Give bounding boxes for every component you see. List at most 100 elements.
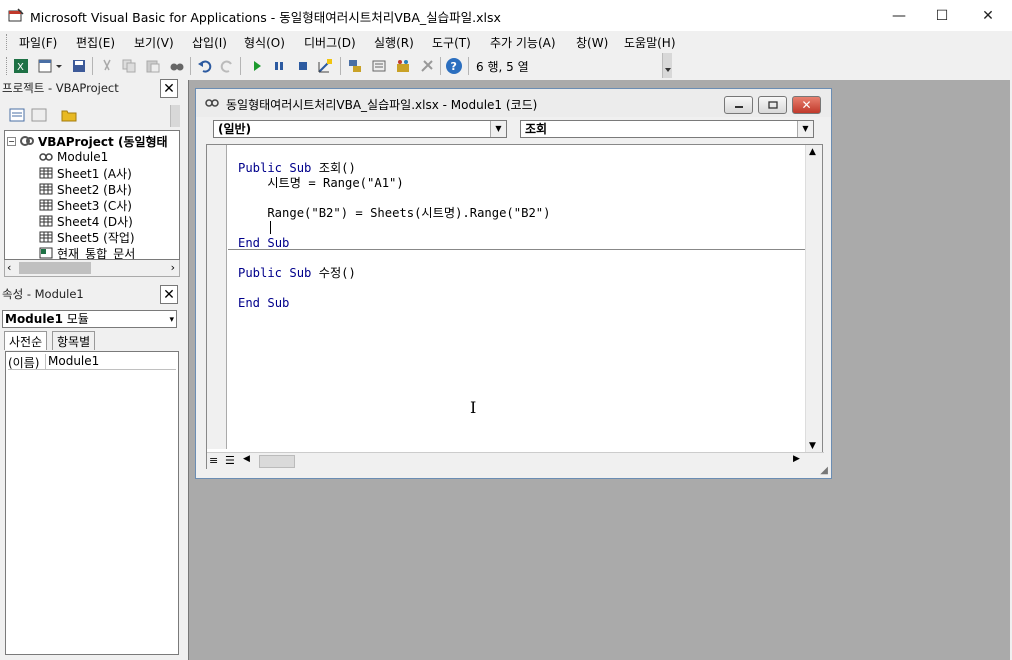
tab-alphabetic[interactable]: 사전순 [4, 331, 48, 350]
project-hscrollbar[interactable]: ‹ › [4, 260, 180, 277]
scroll-left-icon[interactable]: ◀ [243, 454, 250, 464]
tree-label: Sheet3 (C사) [57, 198, 132, 213]
resize-grip-icon[interactable]: ◢ [820, 465, 828, 476]
code-line[interactable]: 시트명 = Range("A1") [238, 176, 550, 191]
scroll-up-icon[interactable]: ▲ [809, 147, 816, 157]
project-tree[interactable]: − VBAProject (동일형태 Module1 Sheet1 (A사) S… [4, 130, 180, 260]
code-close-button[interactable]: ✕ [792, 96, 821, 114]
project-explorer-icon[interactable] [346, 57, 364, 75]
design-mode-icon[interactable] [316, 57, 334, 75]
standard-toolbar: X ? 6 행, 5 열 [0, 53, 672, 78]
full-module-view-icon[interactable]: ☰ [225, 454, 235, 467]
scroll-right-icon[interactable]: ▶ [793, 454, 800, 464]
code-vscrollbar[interactable]: ▲ ▼ [805, 145, 822, 453]
code-text[interactable]: Public Sub 조회() 시트명 = Range("A1") Range(… [238, 161, 550, 311]
code-window: 동일형태여러시트처리VBA_실습파일.xlsx - Module1 (코드) ✕… [195, 88, 832, 479]
code-line[interactable] [238, 281, 550, 296]
view-code-icon[interactable] [8, 106, 26, 124]
procedure-combo[interactable]: 조회 ▼ [520, 120, 814, 138]
tree-item-sheet4[interactable]: Sheet4 (D사) [39, 213, 133, 229]
property-value[interactable]: Module1 [46, 354, 99, 369]
chevron-down-icon[interactable]: ▼ [490, 121, 506, 137]
menu-help[interactable]: 도움말(H) [624, 34, 676, 51]
code-minimize-button[interactable] [724, 96, 753, 114]
menu-debug[interactable]: 디버그(D) [304, 34, 356, 51]
undo-icon[interactable] [196, 57, 214, 75]
property-row[interactable]: (이름) Module1 [8, 354, 176, 370]
tree-item-vbaproject[interactable]: − VBAProject (동일형태 [7, 133, 168, 149]
code-line[interactable]: Public Sub 수정() [238, 266, 550, 281]
maximize-button[interactable]: ☐ [919, 0, 965, 31]
tree-item-sheet3[interactable]: Sheet3 (C사) [39, 197, 132, 213]
toolbar-options-icon[interactable] [662, 53, 672, 78]
menu-addins[interactable]: 추가 기능(A) [490, 34, 556, 51]
object-combo[interactable]: (일반) ▼ [213, 120, 507, 138]
chevron-down-icon[interactable]: ▼ [797, 121, 813, 137]
view-object-icon[interactable] [30, 106, 48, 124]
menu-tools[interactable]: 도구(T) [432, 34, 471, 51]
excel-view-icon[interactable]: X [12, 57, 30, 75]
pane-splitter[interactable] [181, 80, 188, 660]
save-icon[interactable] [70, 57, 88, 75]
code-restore-button[interactable] [758, 96, 787, 114]
find-icon[interactable] [168, 57, 186, 75]
code-window-titlebar[interactable]: 동일형태여러시트처리VBA_실습파일.xlsx - Module1 (코드) ✕ [196, 89, 831, 117]
insert-dropdown-icon[interactable] [54, 57, 64, 75]
paste-icon[interactable] [144, 57, 162, 75]
cursor-position: 6 행, 5 열 [476, 60, 529, 74]
code-line[interactable] [238, 191, 550, 206]
scroll-down-icon[interactable]: ▼ [809, 441, 816, 451]
tree-item-sheet1[interactable]: Sheet1 (A사) [39, 165, 132, 181]
tree-item-module1[interactable]: Module1 [39, 149, 108, 165]
object-select[interactable]: Module1 모듈 ▾ [2, 310, 177, 328]
scroll-thumb[interactable] [259, 455, 295, 468]
module-icon [39, 151, 53, 163]
object-browser-icon[interactable] [394, 57, 412, 75]
procedure-view-icon[interactable]: ≡ [209, 454, 218, 467]
chevron-down-icon[interactable]: ▾ [169, 312, 174, 328]
code-editor[interactable]: Public Sub 조회() 시트명 = Range("A1") Range(… [206, 144, 824, 469]
insert-module-icon[interactable] [36, 57, 54, 75]
menu-format[interactable]: 형식(O) [244, 34, 285, 51]
redo-icon[interactable] [218, 57, 236, 75]
tree-item-thisworkbook[interactable]: 현재_통합_문서 [39, 245, 135, 259]
run-icon[interactable] [248, 57, 266, 75]
tree-item-sheet2[interactable]: Sheet2 (B사) [39, 181, 132, 197]
code-line[interactable]: Range("B2") = Sheets(시트명).Range("B2") [238, 206, 550, 221]
tree-item-sheet5[interactable]: Sheet5 (작업) [39, 229, 135, 245]
menu-view[interactable]: 보기(V) [134, 34, 174, 51]
menu-edit[interactable]: 편집(E) [76, 34, 115, 51]
minimize-button[interactable]: — [876, 0, 922, 31]
sheet-icon [39, 231, 53, 243]
indicator-margin[interactable] [207, 145, 227, 449]
code-line[interactable] [238, 221, 550, 236]
code-line[interactable]: Public Sub 조회() [238, 161, 550, 176]
project-pane-header: 프로젝트 - VBAProject ✕ [0, 78, 180, 98]
reset-icon[interactable] [294, 57, 312, 75]
scroll-right-icon[interactable]: › [171, 261, 175, 274]
tab-categorized[interactable]: 항목별 [52, 331, 96, 350]
menu-run[interactable]: 실행(R) [374, 34, 414, 51]
menu-insert[interactable]: 삽입(I) [192, 34, 227, 51]
project-pane-close-icon[interactable]: ✕ [160, 79, 178, 98]
ibeam-cursor-icon: I [470, 398, 477, 417]
close-button[interactable]: ✕ [965, 0, 1011, 31]
scroll-thumb[interactable] [19, 262, 91, 274]
collapse-icon[interactable]: − [7, 136, 16, 146]
menu-file[interactable]: 파일(F) [19, 34, 57, 51]
procedure-separator [228, 249, 807, 250]
menu-window[interactable]: 창(W) [576, 34, 608, 51]
toggle-folders-icon[interactable] [60, 106, 78, 124]
cut-icon[interactable] [98, 57, 116, 75]
code-line[interactable] [238, 251, 550, 266]
scroll-left-icon[interactable]: ‹ [7, 261, 11, 274]
code-hscrollbar[interactable]: ≡ ☰ ◀ ▶ [207, 452, 824, 469]
toolbox-icon[interactable] [418, 57, 436, 75]
code-line[interactable]: End Sub [238, 296, 550, 311]
copy-icon[interactable] [120, 57, 138, 75]
properties-pane-close-icon[interactable]: ✕ [160, 285, 178, 304]
break-icon[interactable] [270, 57, 288, 75]
properties-window-icon[interactable] [370, 57, 388, 75]
help-icon[interactable]: ? [445, 57, 463, 75]
sheet-icon [39, 167, 53, 179]
